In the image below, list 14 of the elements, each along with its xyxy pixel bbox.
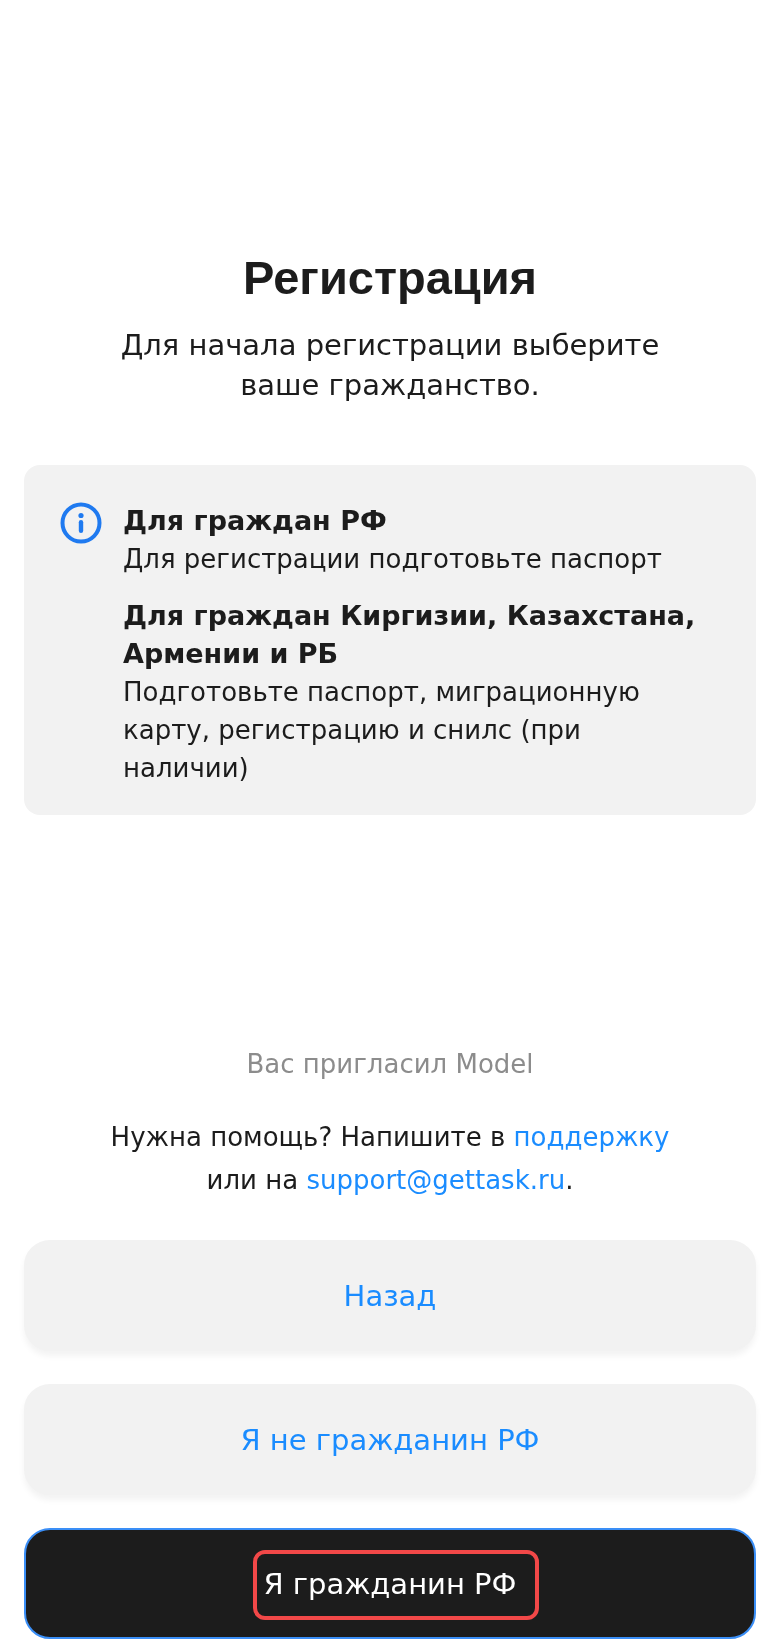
section-text: Подготовьте паспорт, миграционную карту, регистрацию и снилс (при наличии) [123, 676, 641, 785]
invite-text: Вас пригласил Model [245, 1048, 535, 1081]
support-link[interactable]: поддержку [513, 1122, 670, 1152]
page-title: Регистрация [242, 250, 538, 306]
section-heading: Для граждан Киргизии, Казахстана, Армении и РБ [123, 599, 697, 671]
help-text: Нужна помощь? Напишите в поддержку или на support@gettask.ru. [109, 1121, 671, 1197]
section-text: Для регистрации подготовьте паспорт [123, 543, 663, 576]
primary-button[interactable]: Я гражданин РФ [24, 1528, 756, 1639]
secondary-button[interactable]: Я не гражданин РФ [24, 1384, 756, 1495]
info-icon [60, 502, 102, 544]
section-heading: Для граждан РФ [123, 504, 388, 538]
email-link[interactable]: support@gettask.ru [306, 1165, 566, 1195]
page-subtitle: Для начала регистрации выберите ваше гражданство. [119, 327, 661, 404]
secondary-button[interactable]: Назад [24, 1240, 756, 1351]
